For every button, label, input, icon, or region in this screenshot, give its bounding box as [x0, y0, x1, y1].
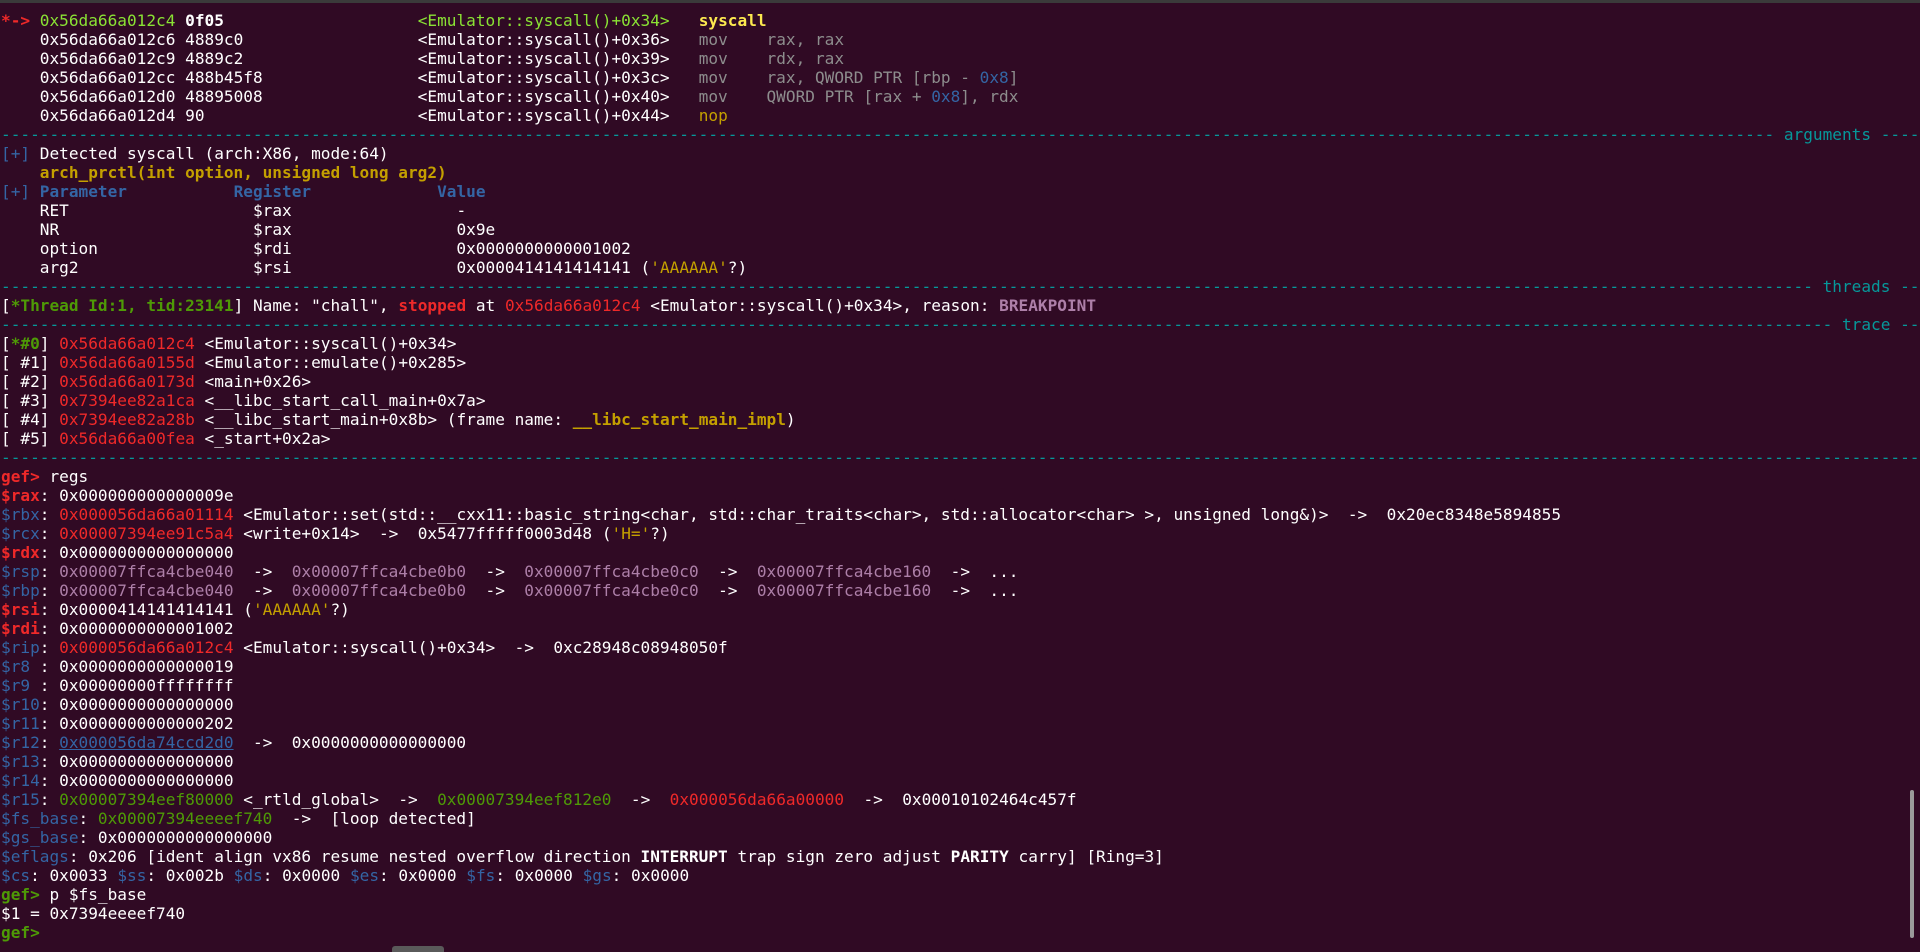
section-separator-arguments: ----------------------------------------…	[1, 125, 1920, 144]
code-line: 0x56da66a012cc 488b45f8 <Emulator::sysca…	[39, 68, 1019, 87]
register-rbp: $rbp: 0x00007ffca4cbe040 -> 0x00007ffca4…	[1, 581, 1019, 600]
register-r10: $r10: 0x0000000000000000	[1, 695, 234, 714]
bottom-panel-handle[interactable]	[392, 946, 444, 952]
argument-row: RET $rax -	[39, 201, 467, 220]
trace-frame: [ #4] 0x7394ee82a28b <__libc_start_main+…	[1, 410, 796, 429]
register-rip: $rip: 0x000056da66a012c4 <Emulator::sysc…	[1, 638, 728, 657]
register-rcx: $rcx: 0x00007394ee91c5a4 <write+0x14> ->…	[1, 524, 670, 543]
argument-row: arg2 $rsi 0x0000414141414141 ('AAAAAA'?)	[39, 258, 748, 277]
syscall-signature: arch_prctl(int option, unsigned long arg…	[39, 163, 447, 182]
trace-frame: [*#0] 0x56da66a012c4 <Emulator::syscall(…	[1, 334, 457, 353]
thread-line: [*Thread Id:1, tid:23141] Name: "chall",…	[1, 296, 1097, 315]
code-line: 0x56da66a012c9 4889c2 <Emulator::syscall…	[39, 49, 845, 68]
register-r12: $r12: 0x000056da74ccd2d0 -> 0x0000000000…	[1, 733, 467, 752]
register-eflags: $eflags: 0x206 [ident align vx86 resume …	[1, 847, 1164, 866]
argument-row: NR $rax 0x9e	[39, 220, 496, 239]
register-r9: $r9 : 0x00000000ffffffff	[1, 676, 234, 695]
prompt-line-active[interactable]: gef>	[1, 923, 1920, 942]
register-rsi: $rsi: 0x0000414141414141 ('AAAAAA'?)	[1, 600, 350, 619]
trace-frame: [ #3] 0x7394ee82a1ca <__libc_start_call_…	[1, 391, 486, 410]
print-result: $1 = 0x7394eeeef740	[1, 904, 186, 923]
register-rsp: $rsp: 0x00007ffca4cbe040 -> 0x00007ffca4…	[1, 562, 1019, 581]
register-gs-base: $gs_base: 0x0000000000000000	[1, 828, 273, 847]
trace-frame: [ #2] 0x56da66a0173d <main+0x26>	[1, 372, 312, 391]
trace-frame: [ #5] 0x56da66a00fea <_start+0x2a>	[1, 429, 331, 448]
section-separator-end: ----------------------------------------…	[1, 448, 1920, 467]
register-rbx: $rbx: 0x000056da66a01114 <Emulator::set(…	[1, 505, 1562, 524]
register-r8: $r8 : 0x0000000000000019	[1, 657, 234, 676]
code-line: 0x56da66a012d0 48895008 <Emulator::sysca…	[39, 87, 1019, 106]
arguments-header: [+] Parameter Register Value	[1, 182, 486, 201]
segment-registers: $cs: 0x0033 $ss: 0x002b $ds: 0x0000 $es:…	[1, 866, 690, 885]
prompt-line: gef> p $fs_base	[1, 885, 147, 904]
terminal[interactable]: *-> 0x56da66a012c4 0f05 <Emulator::sysca…	[0, 3, 1920, 942]
section-separator-threads: ----------------------------------------…	[1, 277, 1920, 296]
prompt-line: gef> regs	[1, 467, 89, 486]
trace-frame: [ #1] 0x56da66a0155d <Emulator::emulate(…	[1, 353, 467, 372]
register-r13: $r13: 0x0000000000000000	[1, 752, 234, 771]
terminal-scrollbar[interactable]	[1910, 790, 1914, 938]
code-line-current: *-> 0x56da66a012c4 0f05 <Emulator::sysca…	[1, 11, 767, 30]
register-r15: $r15: 0x00007394eef80000 <_rtld_global> …	[1, 790, 1077, 809]
register-rdi: $rdi: 0x0000000000001002	[1, 619, 234, 638]
syscall-detected: [+] Detected syscall (arch:X86, mode:64)	[1, 144, 389, 163]
register-rdx: $rdx: 0x0000000000000000	[1, 543, 234, 562]
code-line: 0x56da66a012c6 4889c0 <Emulator::syscall…	[39, 30, 845, 49]
register-rax: $rax: 0x000000000000009e	[1, 486, 234, 505]
register-r11: $r11: 0x0000000000000202	[1, 714, 234, 733]
argument-row: option $rdi 0x0000000000001002	[39, 239, 631, 258]
register-r14: $r14: 0x0000000000000000	[1, 771, 234, 790]
register-fs-base: $fs_base: 0x00007394eeeef740 -> [loop de…	[1, 809, 476, 828]
code-line: 0x56da66a012d4 90 <Emulator::syscall()+0…	[39, 106, 728, 125]
section-separator-trace: ----------------------------------------…	[1, 315, 1920, 334]
